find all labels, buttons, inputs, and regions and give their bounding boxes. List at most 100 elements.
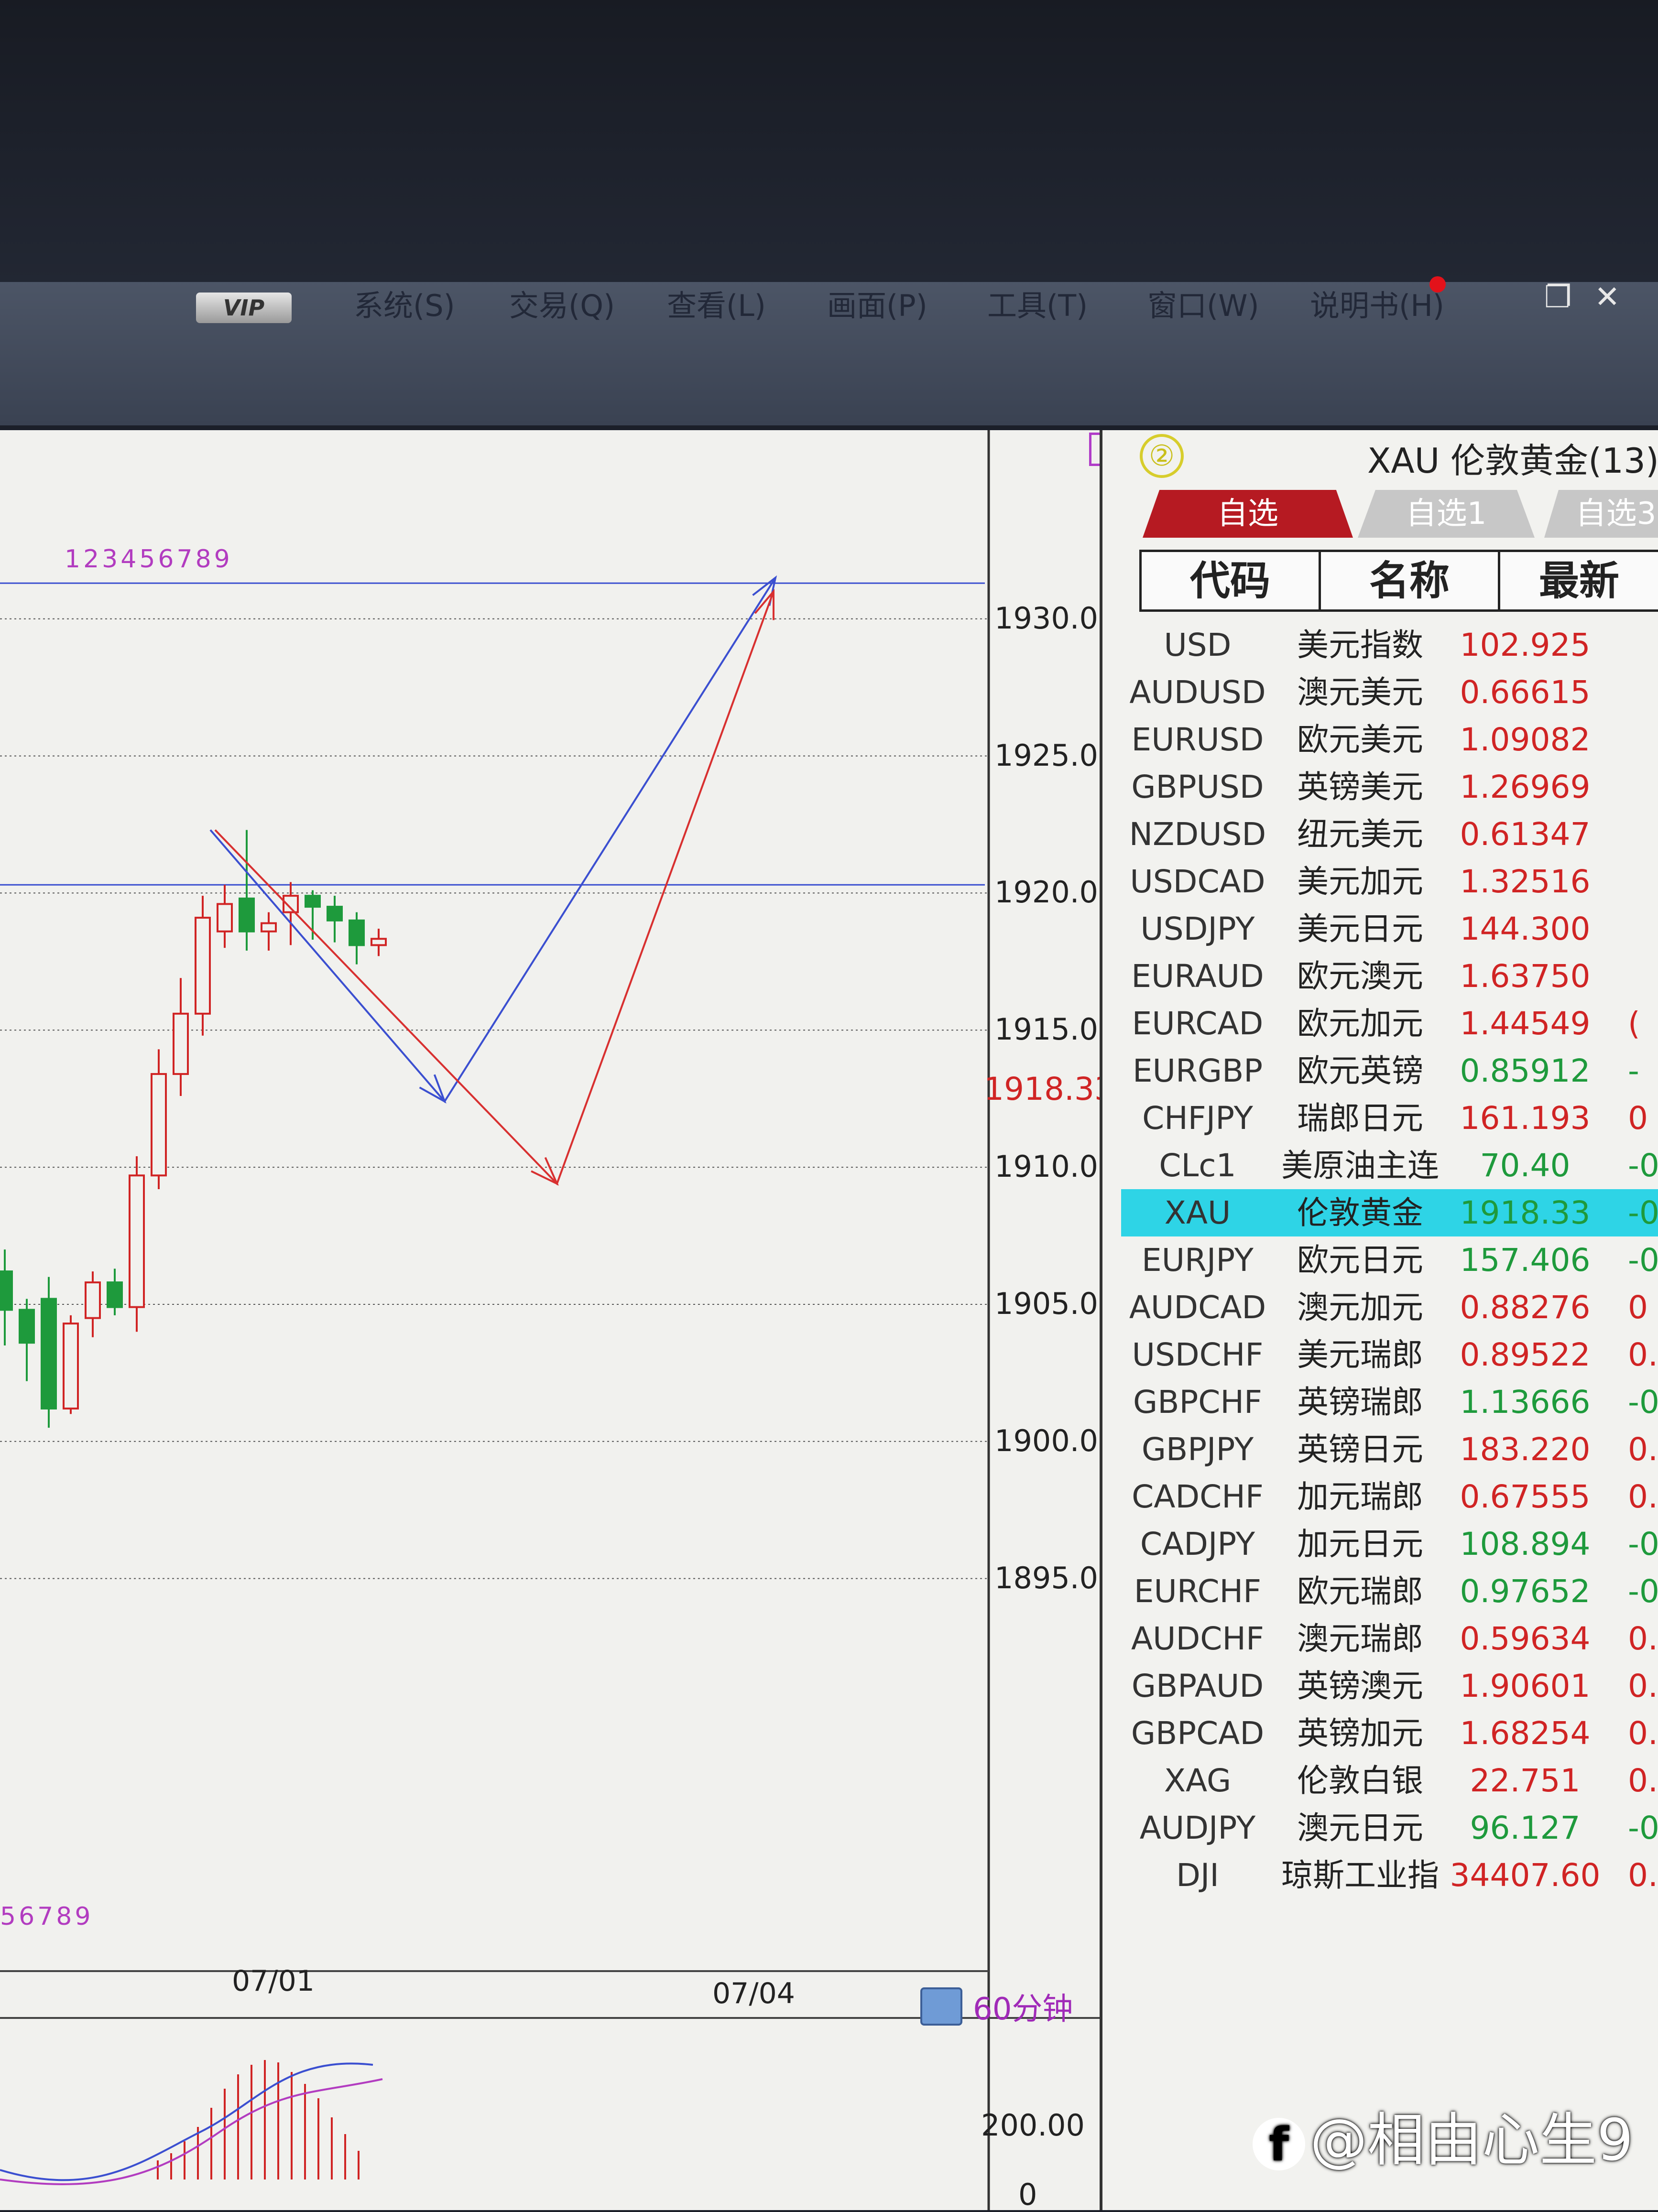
notification-dot — [1429, 276, 1446, 293]
candle-body — [305, 895, 321, 908]
menu-view[interactable]: 查看(L) — [667, 287, 766, 325]
menu-screen[interactable]: 画面(P) — [827, 287, 927, 325]
quote-change: -0. — [1628, 1526, 1658, 1562]
menu-trade[interactable]: 交易(Q) — [509, 287, 615, 325]
quote-row-cadchf[interactable]: CADCHF 加元瑞郎 0.67555 0.0 — [1121, 1473, 1658, 1520]
quote-price: 144.300 — [1460, 911, 1591, 947]
candle-body — [327, 906, 343, 922]
candle-body — [371, 938, 387, 946]
column-header-latest[interactable]: 最新 — [1498, 550, 1658, 612]
quote-change: 0 — [1628, 1289, 1648, 1326]
quote-row-gbpaud[interactable]: GBPAUD 英镑澳元 1.90601 0.0 — [1121, 1662, 1658, 1710]
projection-path-blue — [209, 577, 776, 1103]
quote-code: GBPAUD — [1131, 1668, 1264, 1704]
quote-price: 108.894 — [1460, 1526, 1591, 1562]
quote-row-usd[interactable]: USD 美元指数 102.925 — [1121, 621, 1658, 669]
quote-code: CHFJPY — [1142, 1100, 1253, 1137]
candle-body — [19, 1309, 35, 1344]
candle-body — [63, 1323, 79, 1410]
tab-favorites-3[interactable]: 自选3 — [1544, 490, 1658, 538]
column-header-name[interactable]: 名称 — [1319, 550, 1500, 612]
quote-price: 0.61347 — [1460, 816, 1591, 853]
restore-window-icon[interactable]: ❐ — [1544, 280, 1571, 315]
quote-code: GBPCHF — [1133, 1384, 1262, 1420]
quote-row-audchf[interactable]: AUDCHF 澳元瑞郎 0.59634 0.0 — [1121, 1615, 1658, 1662]
quote-row-clc1[interactable]: CLc1 美原油主连 70.40 -0 — [1121, 1142, 1658, 1189]
quote-code: EURUSD — [1131, 721, 1264, 758]
quote-row-eurchf[interactable]: EURCHF 欧元瑞郎 0.97652 -0.0 — [1121, 1568, 1658, 1615]
quote-row-eurjpy[interactable]: EURJPY 欧元日元 157.406 -0 — [1121, 1236, 1658, 1284]
quote-row-usdcad[interactable]: USDCAD 美元加元 1.32516 — [1121, 858, 1658, 905]
quote-name: 美元日元 — [1297, 911, 1423, 947]
price-tick-label: 1900.00 — [994, 1423, 1117, 1458]
quote-row-chfjpy[interactable]: CHFJPY 瑞郎日元 161.193 0 — [1121, 1095, 1658, 1142]
quote-price: 70.40 — [1480, 1147, 1571, 1184]
quote-row-euraud[interactable]: EURAUD 欧元澳元 1.63750 — [1121, 953, 1658, 1000]
quote-code: CADJPY — [1140, 1526, 1255, 1562]
candlestick-chart-svg — [0, 430, 1100, 2210]
tab-favorites[interactable]: 自选 — [1143, 490, 1353, 538]
quote-name: 英镑日元 — [1297, 1431, 1423, 1468]
candle-body — [239, 897, 255, 933]
quote-code: AUDUSD — [1129, 674, 1266, 711]
vip-badge[interactable]: VIP — [196, 293, 292, 323]
quote-price: 1.26969 — [1460, 769, 1591, 805]
quote-row-audjpy[interactable]: AUDJPY 澳元日元 96.127 -0.0 — [1121, 1804, 1658, 1852]
quote-row-gbpjpy[interactable]: GBPJPY 英镑日元 183.220 0. — [1121, 1426, 1658, 1473]
quote-name: 欧元美元 — [1297, 721, 1423, 758]
circle-number-badge: ② — [1140, 434, 1184, 478]
quote-row-nzdusd[interactable]: NZDUSD 纽元美元 0.61347 — [1121, 811, 1658, 858]
facebook-icon: f — [1253, 2118, 1305, 2171]
menu-window[interactable]: 窗口(W) — [1147, 287, 1259, 325]
close-window-icon[interactable]: ✕ — [1594, 280, 1620, 315]
period-label[interactable]: 60分钟 — [973, 1984, 1073, 2028]
quote-row-eurgbp[interactable]: EURGBP 欧元英镑 0.85912- — [1121, 1047, 1658, 1095]
quote-row-gbpcad[interactable]: GBPCAD 英镑加元 1.68254 0.0 — [1121, 1710, 1658, 1757]
candle-body — [195, 917, 211, 1015]
quote-row-xag[interactable]: XAG 伦敦白银 22.751 0.0 — [1121, 1757, 1658, 1804]
quote-row-dji[interactable]: DJI 琼斯工业指 34407.60 0.84 — [1121, 1852, 1658, 1899]
quote-row-audusd[interactable]: AUDUSD 澳元美元 0.66615 — [1121, 669, 1658, 716]
price-chart[interactable]: 123456789 56789 1930.00 1925.00 1920.00 191… — [0, 430, 1127, 2212]
signal-line — [0, 2078, 383, 2185]
quote-name: 英镑加元 — [1297, 1715, 1423, 1752]
quote-row-cadjpy[interactable]: CADJPY 加元日元 108.894 -0. — [1121, 1520, 1658, 1568]
price-tick-label: 1915.00 — [994, 1012, 1117, 1047]
quote-row-xau[interactable]: XAU 伦敦黄金 1918.33 -0 — [1121, 1189, 1658, 1236]
quote-row-usdjpy[interactable]: USDJPY 美元日元 144.300 — [1121, 905, 1658, 953]
quote-name: 欧元瑞郎 — [1297, 1573, 1423, 1610]
period-selector-icon[interactable] — [920, 1987, 962, 2026]
quote-price: 161.193 — [1460, 1100, 1591, 1137]
quote-row-audcad[interactable]: AUDCAD 澳元加元 0.88276 0 — [1121, 1284, 1658, 1331]
quote-row-gbpusd[interactable]: GBPUSD 英镑美元 1.26969 — [1121, 763, 1658, 811]
price-tick-label: 1905.00 — [994, 1286, 1117, 1321]
quote-price: 1.13666 — [1460, 1384, 1591, 1420]
macd-tick-0: 0 — [1018, 2177, 1037, 2212]
quote-row-usdchf[interactable]: USDCHF 美元瑞郎 0.89522 0. — [1121, 1331, 1658, 1378]
candle-body — [0, 1270, 13, 1311]
quote-code: NZDUSD — [1129, 816, 1266, 853]
tab-favorites-1[interactable]: 自选1 — [1358, 490, 1535, 538]
candle-body — [41, 1298, 57, 1410]
menu-system[interactable]: 系统(S) — [354, 287, 455, 325]
quote-change: 0.0 — [1628, 1715, 1658, 1752]
quote-change: -0.0 — [1628, 1810, 1658, 1846]
quote-price: 0.59634 — [1460, 1620, 1591, 1657]
quote-price: 0.89522 — [1460, 1336, 1591, 1373]
quote-row-eurcad[interactable]: EURCAD 欧元加元 1.44549 ( — [1121, 1000, 1658, 1047]
menu-tools[interactable]: 工具(T) — [987, 287, 1088, 325]
quote-code: USDJPY — [1140, 911, 1255, 947]
quote-change: 0. — [1628, 1431, 1658, 1468]
quote-price: 1.90601 — [1460, 1668, 1591, 1704]
quote-row-gbpchf[interactable]: GBPCHF 英镑瑞郎 1.13666 -0. — [1121, 1378, 1658, 1426]
quote-change: ( — [1628, 1005, 1640, 1042]
quote-change: -0 — [1628, 1147, 1658, 1184]
quote-code: AUDJPY — [1139, 1810, 1256, 1846]
quote-price: 0.67555 — [1460, 1478, 1591, 1515]
column-header-code[interactable]: 代码 — [1139, 550, 1321, 612]
wave-sequence-bottom: 56789 — [0, 1902, 94, 1931]
quote-price: 102.925 — [1460, 627, 1591, 663]
quote-name: 欧元日元 — [1297, 1242, 1423, 1279]
menu-help[interactable]: 说明书(H) — [1310, 287, 1444, 325]
quote-row-eurusd[interactable]: EURUSD 欧元美元 1.09082 — [1121, 716, 1658, 763]
